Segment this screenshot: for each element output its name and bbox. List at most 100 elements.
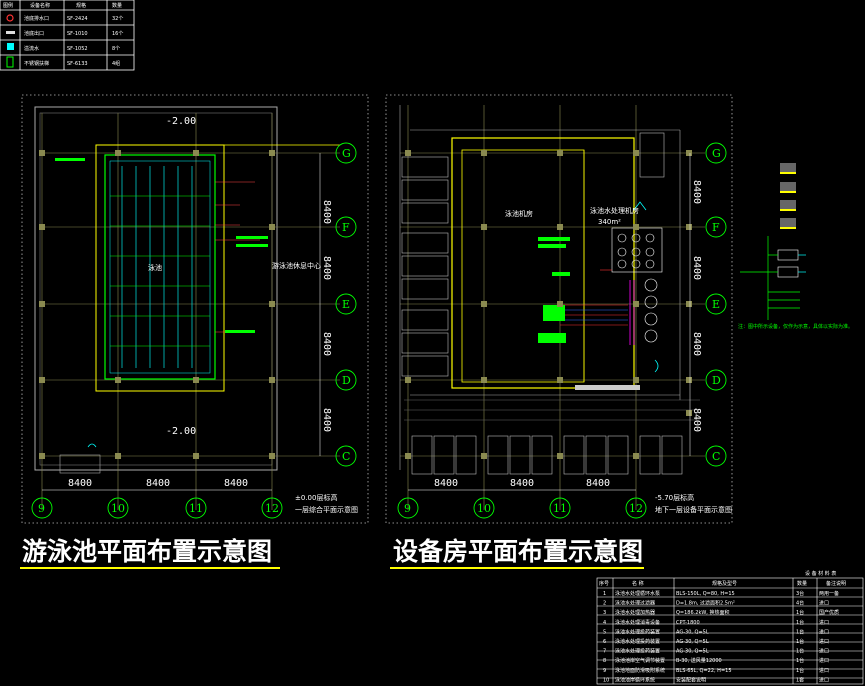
materials-cell: 进口 bbox=[819, 667, 829, 674]
materials-cell: 2 bbox=[603, 601, 606, 607]
axis-label: 12 bbox=[629, 502, 643, 515]
legend-row-spec: SF-2424 bbox=[67, 16, 88, 22]
axis-label: E bbox=[342, 298, 350, 311]
elev-bottom-label: -2.00 bbox=[166, 426, 196, 437]
materials-cell: 泳池水处理消毒设备 bbox=[615, 619, 660, 626]
materials-cell: 泳池地面防滑吸附系统 bbox=[615, 667, 665, 674]
materials-cell: 进口 bbox=[819, 619, 829, 626]
legend-row-qty: 4组 bbox=[112, 60, 120, 67]
equip-room-label: 泳池水处理机房 bbox=[590, 206, 639, 215]
legend-row-spec: SF-6133 bbox=[67, 61, 88, 67]
materials-cell: 7 bbox=[603, 649, 606, 655]
axis-label: 9 bbox=[404, 502, 411, 515]
dim-right: 8400 bbox=[691, 332, 702, 356]
materials-cell: 1台 bbox=[796, 628, 804, 635]
materials-cell: 泳池水处理投药装置 bbox=[615, 648, 660, 655]
legend-row-qty: 16个 bbox=[112, 31, 123, 37]
materials-cell: 进口 bbox=[819, 648, 829, 655]
materials-cell: 泳池水处理加热器 bbox=[615, 609, 655, 616]
materials-cell: 1台 bbox=[796, 609, 804, 616]
materials-cell: BLS-150L, Q=80, H=15 bbox=[676, 591, 735, 597]
legend-row-spec: SF-1052 bbox=[67, 46, 88, 52]
axis-label: 12 bbox=[265, 502, 279, 515]
dim-bottom: 8400 bbox=[68, 478, 92, 489]
side-room-label: 游泳池休息中心 bbox=[272, 261, 321, 270]
dim-right: 8400 bbox=[321, 408, 332, 432]
materials-cell: 1台 bbox=[796, 657, 804, 664]
materials-cell: CPT-1800 bbox=[676, 620, 700, 626]
axis-label: F bbox=[712, 221, 720, 234]
materials-cell: 1台 bbox=[796, 619, 804, 626]
legend-header-spec: 规格 bbox=[76, 2, 86, 9]
plan-name-label: 地下一层设备平面示意图 bbox=[655, 505, 732, 514]
materials-cell: 4 bbox=[603, 620, 606, 626]
materials-cell: AG-30, Q=5L bbox=[676, 649, 709, 655]
axis-label: E bbox=[712, 298, 720, 311]
materials-cell: 10 bbox=[603, 677, 609, 683]
axis-label: F bbox=[342, 221, 350, 234]
room-label: 泳池机房 bbox=[505, 209, 533, 218]
axis-label: 10 bbox=[111, 502, 125, 515]
materials-cell: 8 bbox=[603, 658, 606, 664]
materials-cell: 1台 bbox=[796, 667, 804, 674]
materials-cell: 泳池水处理投药装置 bbox=[615, 628, 660, 635]
materials-cell: 进口 bbox=[819, 676, 829, 683]
dim-bottom: 8400 bbox=[224, 478, 248, 489]
dim-right: 8400 bbox=[321, 256, 332, 280]
axis-label: D bbox=[712, 374, 721, 387]
materials-cell: AG-30, Q=5L bbox=[676, 629, 709, 635]
pool-label: 泳池 bbox=[148, 263, 162, 272]
materials-header: 名 称 bbox=[632, 580, 644, 587]
level-label: ±0.00层标高 bbox=[295, 493, 337, 502]
materials-cell: 泳池池岸循环系统 bbox=[615, 676, 655, 683]
legend-row-name: 溢流水 bbox=[24, 45, 39, 52]
materials-cell: 1套 bbox=[796, 676, 804, 683]
elev-top-label: -2.00 bbox=[166, 116, 196, 127]
legend-header-name: 设备名称 bbox=[30, 2, 50, 9]
axis-label: 11 bbox=[189, 502, 203, 515]
materials-header: 数量 bbox=[797, 580, 807, 587]
materials-cell: AG-30, Q=5L bbox=[676, 639, 709, 645]
materials-header: 序号 bbox=[599, 580, 609, 587]
materials-cell: 国产优质 bbox=[819, 609, 839, 616]
materials-header: 规格及型号 bbox=[712, 580, 737, 587]
materials-cell: 泳池水处理循环水泵 bbox=[615, 590, 660, 597]
plan-name-label: 一层综合平面示意图 bbox=[295, 505, 358, 514]
materials-cell: 3台 bbox=[796, 590, 804, 597]
materials-cell: 6 bbox=[603, 639, 606, 645]
dim-right: 8400 bbox=[691, 256, 702, 280]
axis-label: 11 bbox=[553, 502, 567, 515]
legend-row-name: 不锈钢扶梯 bbox=[24, 60, 49, 67]
dim-right: 8400 bbox=[321, 200, 332, 224]
white-dash-icon bbox=[6, 31, 15, 34]
materials-cell: 5 bbox=[603, 629, 606, 635]
dim-right: 8400 bbox=[691, 180, 702, 204]
dim-right: 8400 bbox=[691, 408, 702, 432]
axis-label: G bbox=[342, 147, 351, 160]
cad-drawing-canvas: 图例 设备名称 规格 数量 池底排水口 SF-2424 32个 池底出口 SF-… bbox=[0, 0, 865, 686]
cyan-square-icon bbox=[7, 43, 14, 50]
materials-cell: Q=186.2kW, 换热面积 bbox=[676, 609, 729, 616]
materials-cell: 9 bbox=[603, 668, 606, 674]
materials-cell: BLS-65L, Q=22, H=15 bbox=[676, 668, 732, 674]
left-plan-title: 游泳池平面布置示意图 bbox=[22, 537, 272, 566]
legend-row-name: 池底出口 bbox=[24, 30, 44, 37]
dim-bottom: 8400 bbox=[434, 478, 458, 489]
materials-cell: 泳池水处理投药装置 bbox=[615, 638, 660, 645]
axis-label: G bbox=[712, 147, 721, 160]
legend-row-spec: SF-1010 bbox=[67, 31, 88, 37]
materials-cell: B-30, 送风量12000 bbox=[676, 657, 722, 664]
legend-row-name: 池底排水口 bbox=[24, 15, 49, 22]
dim-bottom: 8400 bbox=[510, 478, 534, 489]
axis-label: D bbox=[342, 374, 351, 387]
materials-cell: 泳池水处理过滤器 bbox=[615, 600, 655, 607]
level-label: -5.70层标高 bbox=[655, 493, 694, 502]
materials-cell: 3 bbox=[603, 610, 606, 616]
legend-header-qty: 数量 bbox=[112, 2, 122, 9]
materials-cell: 泳池池岸空气调节装置 bbox=[615, 657, 665, 664]
materials-cell: D=1.8m, 过滤面积2.5m² bbox=[676, 600, 735, 607]
axis-label: C bbox=[342, 450, 350, 463]
materials-cell: 1 bbox=[603, 591, 606, 597]
materials-cell: 1台 bbox=[796, 638, 804, 645]
materials-cell: 1台 bbox=[796, 648, 804, 655]
